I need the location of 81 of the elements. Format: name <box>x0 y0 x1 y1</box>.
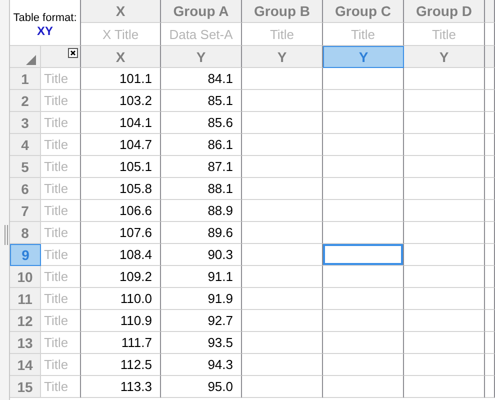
row-number[interactable]: 12 <box>10 310 41 332</box>
column-title[interactable]: Title <box>432 26 456 42</box>
close-icon[interactable] <box>68 48 78 58</box>
row-title[interactable]: Title <box>41 159 80 174</box>
row-number[interactable]: 3 <box>10 112 41 134</box>
table-cell-text: 88.9 <box>206 203 234 218</box>
table-cell-text: 103.2 <box>118 93 153 108</box>
row-number[interactable]: 1 <box>10 68 41 90</box>
column-group-header[interactable]: X <box>81 0 161 23</box>
table-cell-text: 105.1 <box>118 159 153 174</box>
table-cell-text: 90.3 <box>206 247 234 262</box>
table-cell-text: 86.1 <box>206 137 234 152</box>
row-title[interactable]: Title <box>41 203 80 218</box>
table-cell-text: 106.6 <box>118 203 153 218</box>
row-title[interactable]: Title <box>41 379 80 394</box>
table-cell-text: 91.1 <box>206 269 234 284</box>
active-cell[interactable] <box>323 244 403 265</box>
column-title[interactable]: X Title <box>102 26 139 42</box>
table-cell-text: 108.4 <box>118 247 153 262</box>
column-title[interactable]: Title <box>350 26 376 42</box>
table-cell-text: 85.1 <box>206 93 234 108</box>
row-number[interactable]: 11 <box>10 288 41 310</box>
table-cell-text: 84.1 <box>206 71 234 86</box>
row-title[interactable]: Title <box>41 335 80 350</box>
table-cell-text: 104.7 <box>118 137 153 152</box>
column-group-header[interactable]: Group B <box>242 0 323 23</box>
row-title[interactable]: Title <box>41 313 80 328</box>
row-title[interactable]: Title <box>41 181 80 196</box>
subcolumn-header[interactable]: Y <box>404 46 485 68</box>
row-number[interactable]: 14 <box>10 354 41 376</box>
row-title[interactable]: Title <box>41 291 80 306</box>
row-number[interactable]: 2 <box>10 90 41 112</box>
table-cell-text: 91.9 <box>206 291 234 306</box>
table-cell-text: 112.5 <box>119 357 153 372</box>
table-cell-text: 105.8 <box>118 181 153 196</box>
row-number[interactable]: 5 <box>10 156 41 178</box>
table-format-label: Table format: <box>13 12 77 25</box>
table-cell-text: 88.1 <box>206 181 234 196</box>
table-cell-text: 101.1 <box>118 71 153 86</box>
table-format-value[interactable]: XY <box>36 25 53 38</box>
row-title[interactable]: Title <box>41 269 80 284</box>
column-group-header[interactable]: Group D <box>404 0 485 23</box>
row-number[interactable]: 4 <box>10 134 41 156</box>
table-cell-text: 92.7 <box>206 313 234 328</box>
table-cell-text: 89.6 <box>206 225 234 240</box>
column-group-header[interactable]: Group C <box>323 0 404 23</box>
row-title[interactable]: Title <box>41 357 80 372</box>
subcolumn-header[interactable]: Y <box>323 46 404 68</box>
table-cell-text: 87.1 <box>206 159 234 174</box>
table-cell-text: 107.6 <box>118 225 153 240</box>
table-cell-text: 85.6 <box>206 115 234 130</box>
column-group-header[interactable]: Group A <box>161 0 242 23</box>
row-title[interactable]: Title <box>41 93 80 108</box>
row-title[interactable]: Title <box>41 115 80 130</box>
row-number[interactable]: 6 <box>10 178 41 200</box>
splitter-grip-icon[interactable] <box>4 225 9 245</box>
subcolumn-header[interactable]: Y <box>242 46 323 68</box>
table-cell-text: 95.0 <box>206 379 234 394</box>
table-cell-text: 113.3 <box>119 379 153 394</box>
row-title[interactable]: Title <box>41 247 80 262</box>
table-cell-text: 104.1 <box>118 115 153 130</box>
subcolumn-header[interactable]: Y <box>161 46 242 68</box>
row-number[interactable]: 8 <box>10 222 41 244</box>
table-cell-text: 93.5 <box>206 335 234 350</box>
row-title[interactable]: Title <box>41 71 80 86</box>
table-cell-text: 94.3 <box>206 357 234 372</box>
row-number[interactable]: 7 <box>10 200 41 222</box>
table-cell-text: 109.2 <box>118 269 153 284</box>
table-cell-text: 110.0 <box>119 291 153 306</box>
column-title[interactable]: Data Set-A <box>169 26 233 42</box>
row-number[interactable]: 15 <box>10 376 41 398</box>
row-number[interactable]: 9 <box>10 244 41 266</box>
row-title[interactable]: Title <box>41 137 80 152</box>
table-cell-text: 111.7 <box>120 335 153 350</box>
row-title[interactable]: Title <box>41 225 80 240</box>
row-number[interactable]: 10 <box>10 266 41 288</box>
row-number[interactable]: 13 <box>10 332 41 354</box>
subcolumn-header[interactable]: X <box>81 46 161 68</box>
table-cell-text: 110.9 <box>119 313 153 328</box>
column-title[interactable]: Title <box>270 26 294 42</box>
corner-triangle-icon[interactable] <box>26 54 36 64</box>
